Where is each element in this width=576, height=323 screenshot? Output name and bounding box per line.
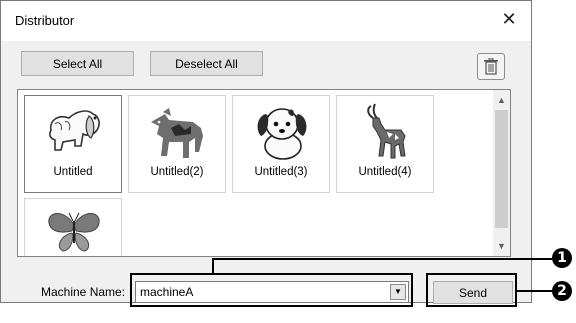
spaniel-dog-icon [49,110,100,151]
callout-leader-1 [212,258,214,274]
design-label: Untitled [53,166,93,178]
callout-box-send [426,273,517,307]
design-thumbnail[interactable]: Untitled(2) [128,95,226,193]
title-bar: Distributor ✕ [1,1,531,41]
machine-name-label: Machine Name: [41,285,126,299]
design-thumbnail[interactable] [24,198,122,256]
deselect-all-button[interactable]: Deselect All [150,51,263,76]
scroll-up-icon[interactable]: ▲ [493,92,510,108]
scroll-down-icon[interactable]: ▼ [493,238,510,254]
callout-badge-2: 2 [552,281,572,301]
butterfly-icon [48,212,100,252]
callout-box-machine-name [130,273,413,307]
horse-icon [151,108,203,158]
puppy-icon [257,108,307,160]
design-label: Untitled(3) [254,166,308,178]
design-thumbnail[interactable]: Untitled(3) [232,95,330,193]
window-title: Distributor [15,13,75,28]
antelope-icon [367,103,406,159]
design-list[interactable]: Untitled Untitled(2) Untitled(3) Untitle… [17,89,511,257]
callout-badge-1: 1 [552,248,572,268]
vertical-scrollbar[interactable]: ▲ ▼ [493,90,510,256]
select-all-button[interactable]: Select All [21,51,134,76]
scroll-thumb[interactable] [495,110,508,228]
callout-leader-2 [517,290,552,292]
design-label: Untitled(4) [358,166,412,178]
design-thumbnail[interactable]: Untitled(4) [336,95,434,193]
callout-leader-1 [212,258,552,260]
trash-button[interactable] [477,53,505,80]
trash-icon [484,58,498,75]
close-icon[interactable]: ✕ [499,9,519,29]
design-label: Untitled(2) [150,166,204,178]
design-thumbnail[interactable]: Untitled [24,95,122,193]
